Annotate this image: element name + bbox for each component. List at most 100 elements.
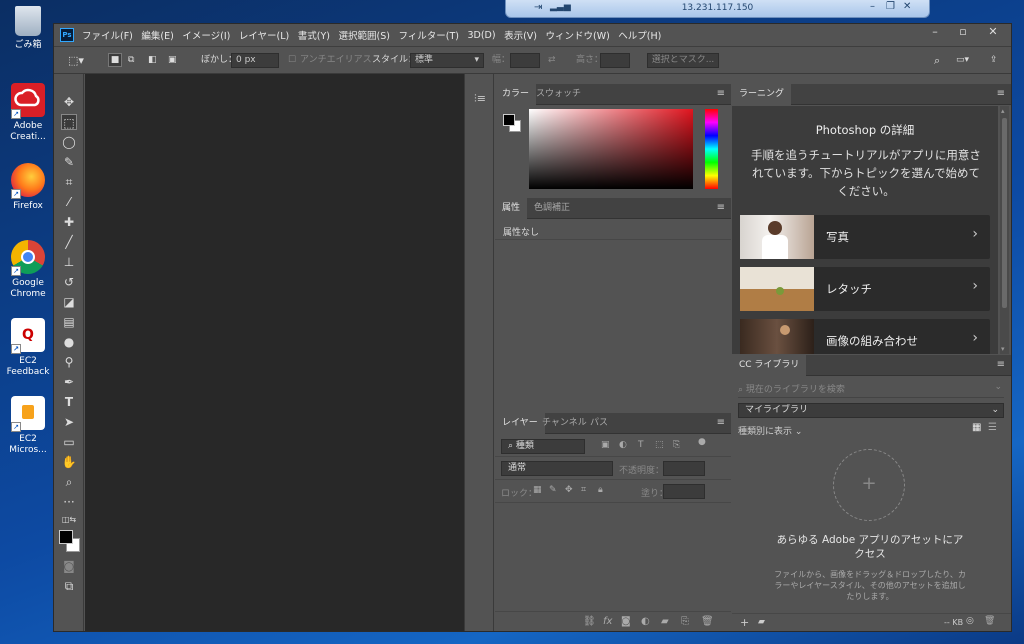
tab-adjustments[interactable]: 色調補正 — [527, 198, 577, 219]
filter-smart-object-icon[interactable]: ⎘ — [673, 440, 680, 450]
lock-transparent-icon[interactable]: ▦ — [533, 485, 542, 495]
rectangle-tool-icon[interactable]: ▭ — [61, 434, 77, 450]
more-tools-icon[interactable]: ··· — [61, 494, 77, 510]
menu-image[interactable]: イメージ(I) — [182, 28, 230, 42]
desktop-icon-ec2-microsoft[interactable]: ↗ EC2 Micros... — [4, 396, 52, 456]
marquee-tool-icon[interactable]: ⬚ — [61, 114, 77, 130]
learning-card-composite[interactable]: 画像の組み合わせ › — [740, 319, 990, 354]
trash-icon[interactable]: 🗑︎ — [701, 616, 714, 627]
desktop-icon-firefox[interactable]: ↗ Firefox — [4, 163, 52, 212]
menu-view[interactable]: 表示(V) — [504, 28, 537, 42]
menu-window[interactable]: ウィンドウ(W) — [545, 28, 609, 42]
add-content-icon[interactable]: + — [740, 616, 749, 629]
minimize-icon[interactable]: – — [870, 1, 875, 12]
view-by-type[interactable]: 種類別に表示 ⌄ — [738, 424, 802, 437]
menu-edit[interactable]: 編集(E) — [141, 28, 173, 42]
filter-toggle-icon[interactable]: ● — [698, 437, 706, 447]
fill-input[interactable] — [663, 484, 705, 499]
desktop-icon-recycle-bin[interactable]: ごみ箱 — [4, 6, 52, 51]
filter-adjustment-icon[interactable]: ◐ — [619, 440, 627, 450]
link-layers-icon[interactable]: ⛓ — [583, 616, 596, 627]
history-brush-tool-icon[interactable]: ↺ — [61, 274, 77, 290]
search-icon[interactable]: ⌕ — [934, 53, 940, 68]
document-canvas-area[interactable] — [85, 74, 464, 631]
menu-layer[interactable]: レイヤー(L) — [239, 28, 289, 42]
tab-swatches[interactable]: スウォッチ — [529, 84, 588, 105]
panel-menu-icon[interactable]: ≡ — [997, 359, 1005, 370]
gradient-tool-icon[interactable]: ▤ — [61, 314, 77, 330]
quick-select-tool-icon[interactable]: ✎ — [61, 154, 77, 170]
list-view-icon[interactable]: ☰ — [988, 422, 997, 433]
move-tool-icon[interactable]: ✥ — [61, 94, 77, 110]
close-button[interactable]: ✕ — [979, 24, 1007, 42]
clone-stamp-tool-icon[interactable]: ⊥ — [61, 254, 77, 270]
lasso-tool-icon[interactable]: ◯ — [61, 134, 77, 150]
panel-menu-icon[interactable]: ≡ — [717, 417, 725, 428]
healing-brush-tool-icon[interactable]: ✚ — [61, 214, 77, 230]
library-select[interactable]: マイライブラリ ⌄ — [738, 403, 1004, 418]
layer-kind-filter[interactable]: ⌕ 種類 — [501, 439, 585, 454]
zoom-tool-icon[interactable]: ⌕ — [61, 474, 77, 490]
menu-3d[interactable]: 3D(D) — [467, 30, 495, 41]
scroll-up-icon[interactable]: ▴ — [1001, 107, 1005, 115]
restore-icon[interactable]: ❐ — [886, 1, 895, 12]
default-colors-icon[interactable]: ◫⇆ — [61, 512, 77, 528]
blend-mode-select[interactable]: 通常 — [501, 461, 613, 476]
opacity-input[interactable] — [663, 461, 705, 476]
minimize-button[interactable]: – — [921, 24, 949, 42]
style-select[interactable]: 標準 ▾ — [410, 53, 484, 68]
new-selection-icon[interactable]: ■ — [108, 53, 122, 67]
add-mask-icon[interactable]: ◙ — [621, 616, 631, 627]
width-input[interactable] — [510, 53, 540, 68]
menu-select[interactable]: 選択範囲(S) — [338, 28, 389, 42]
workspace-icon[interactable]: ▭▾ — [956, 53, 969, 68]
tab-cc-libraries[interactable]: CC ライブラリ — [732, 355, 807, 376]
filter-shape-icon[interactable]: ⬚ — [655, 440, 664, 450]
menu-filter[interactable]: フィルター(T) — [398, 28, 459, 42]
intersect-selection-icon[interactable]: ▣ — [168, 53, 177, 68]
scroll-thumb[interactable] — [1002, 118, 1007, 308]
fx-icon[interactable]: fx — [603, 616, 612, 627]
eyedropper-tool-icon[interactable]: ⁄ — [61, 194, 77, 210]
lock-position-icon[interactable]: ✥ — [565, 485, 573, 495]
swap-icon[interactable]: ⇄ — [548, 53, 556, 68]
menu-help[interactable]: ヘルプ(H) — [618, 28, 661, 42]
marquee-preset-icon[interactable]: ⬚▾ — [68, 53, 84, 68]
blur-tool-icon[interactable]: ● — [61, 334, 77, 350]
panel-menu-icon[interactable]: ≡ — [717, 88, 725, 99]
new-layer-icon[interactable]: ⎘ — [681, 616, 689, 627]
desktop-icon-ec2-feedback[interactable]: Q ↗ EC2 Feedback — [4, 318, 52, 378]
close-icon[interactable]: ✕ — [903, 1, 911, 12]
quick-mask-icon[interactable]: ◙ — [61, 558, 77, 574]
path-select-tool-icon[interactable]: ➤ — [61, 414, 77, 430]
filter-type-icon[interactable]: T — [638, 440, 644, 450]
grid-view-icon[interactable]: ▦ — [972, 422, 981, 433]
eraser-tool-icon[interactable]: ◪ — [61, 294, 77, 310]
share-icon[interactable]: ⇪ — [990, 53, 998, 68]
lock-pixels-icon[interactable]: ✎ — [549, 485, 557, 495]
menu-file[interactable]: ファイル(F) — [82, 28, 133, 42]
library-search[interactable]: ⌕ 現在のライブラリを検索 ⌄ — [738, 382, 1004, 398]
maximize-button[interactable]: ▫ — [949, 24, 977, 42]
new-group-icon[interactable]: ▰ — [661, 616, 669, 627]
trash-icon[interactable]: 🗑︎ — [984, 616, 995, 626]
lock-artboard-icon[interactable]: ⌗ — [581, 485, 586, 495]
lock-all-icon[interactable]: 🔒︎ — [598, 485, 603, 495]
foreground-color-swatch[interactable] — [59, 530, 73, 544]
panel-menu-icon[interactable]: ≡ — [717, 202, 725, 213]
filter-pixel-icon[interactable]: ▣ — [601, 440, 610, 450]
screen-mode-icon[interactable]: ⧉ — [61, 578, 77, 594]
color-fg-swatch[interactable] — [503, 114, 515, 126]
add-selection-icon[interactable]: ⧉ — [128, 53, 134, 68]
folder-icon[interactable]: ▰ — [758, 617, 765, 627]
subtract-selection-icon[interactable]: ◧ — [148, 53, 157, 68]
crop-tool-icon[interactable]: ⌗ — [61, 174, 77, 190]
hand-tool-icon[interactable]: ✋ — [61, 454, 77, 470]
tab-learning[interactable]: ラーニング — [732, 84, 792, 105]
new-adjustment-icon[interactable]: ◐ — [641, 616, 650, 627]
sync-icon[interactable]: ◎ — [966, 616, 974, 626]
learning-card-photo[interactable]: 写真 › — [740, 215, 990, 259]
learning-scrollbar[interactable]: ▴ ▾ — [1000, 106, 1009, 354]
feather-input[interactable]: 0 px — [231, 53, 279, 68]
desktop-icon-chrome[interactable]: ↗ Google Chrome — [4, 240, 52, 300]
